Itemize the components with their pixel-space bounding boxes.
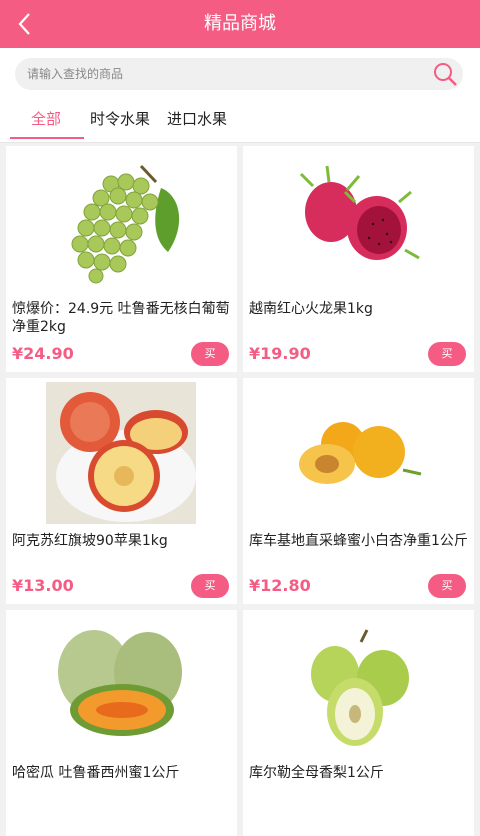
product-card[interactable]: 库车基地直采蜂蜜小白杏净重1公斤 ¥12.80 买	[243, 378, 474, 604]
product-price: ¥12.80	[249, 576, 311, 595]
search-field[interactable]: 请输入查找的商品	[15, 58, 463, 90]
product-name: 库车基地直采蜂蜜小白杏净重1公斤	[249, 533, 468, 549]
product-card[interactable]: 阿克苏红旗坡90苹果1kg ¥13.00 买	[6, 378, 237, 604]
product-card[interactable]: 越南红心火龙果1kg ¥19.90 买	[243, 146, 474, 372]
product-price: ¥13.00	[12, 576, 74, 595]
product-name: 阿克苏红旗坡90苹果1kg	[12, 533, 168, 549]
product-price: ¥19.90	[249, 344, 311, 363]
dragon-fruit-image	[299, 165, 420, 260]
product-price: ¥24.90	[12, 344, 74, 363]
search-icon[interactable]	[431, 60, 459, 88]
product-name: 哈密瓜 吐鲁番西州蜜1公斤	[12, 765, 180, 781]
category-tabs: 全部 时令水果 进口水果	[0, 98, 480, 143]
product-card[interactable]: 库尔勒全母香梨1公斤	[243, 610, 474, 836]
tab-seasonal-fruit[interactable]: 时令水果	[90, 108, 150, 132]
buy-button[interactable]: 买	[191, 574, 229, 598]
product-name: 库尔勒全母香梨1公斤	[249, 765, 384, 781]
buy-button[interactable]: 买	[191, 342, 229, 366]
product-card[interactable]: 惊爆价：24.9元 吐鲁番无核白葡萄净重2kg ¥24.90 买	[6, 146, 237, 372]
apricots-image	[299, 422, 422, 484]
active-tab-indicator	[10, 137, 84, 139]
buy-button[interactable]: 买	[428, 342, 466, 366]
tab-all[interactable]: 全部	[31, 108, 61, 132]
product-card[interactable]: 哈密瓜 吐鲁番西州蜜1公斤	[6, 610, 237, 836]
grapes-image	[71, 164, 180, 284]
product-name: 越南红心火龙果1kg	[249, 301, 373, 317]
product-name: 惊爆价：24.9元 吐鲁番无核白葡萄净重2kg	[12, 301, 230, 335]
apples-image	[46, 382, 196, 524]
pears-image	[311, 629, 409, 746]
tab-imported-fruit[interactable]: 进口水果	[167, 108, 227, 132]
buy-button[interactable]: 买	[428, 574, 466, 598]
page-title: 精品商城	[204, 13, 276, 34]
hami-melon-image	[58, 630, 182, 736]
search-bar: 请输入查找的商品	[0, 48, 480, 98]
top-bar: 精品商城	[0, 0, 480, 48]
search-input[interactable]: 请输入查找的商品	[27, 58, 123, 90]
